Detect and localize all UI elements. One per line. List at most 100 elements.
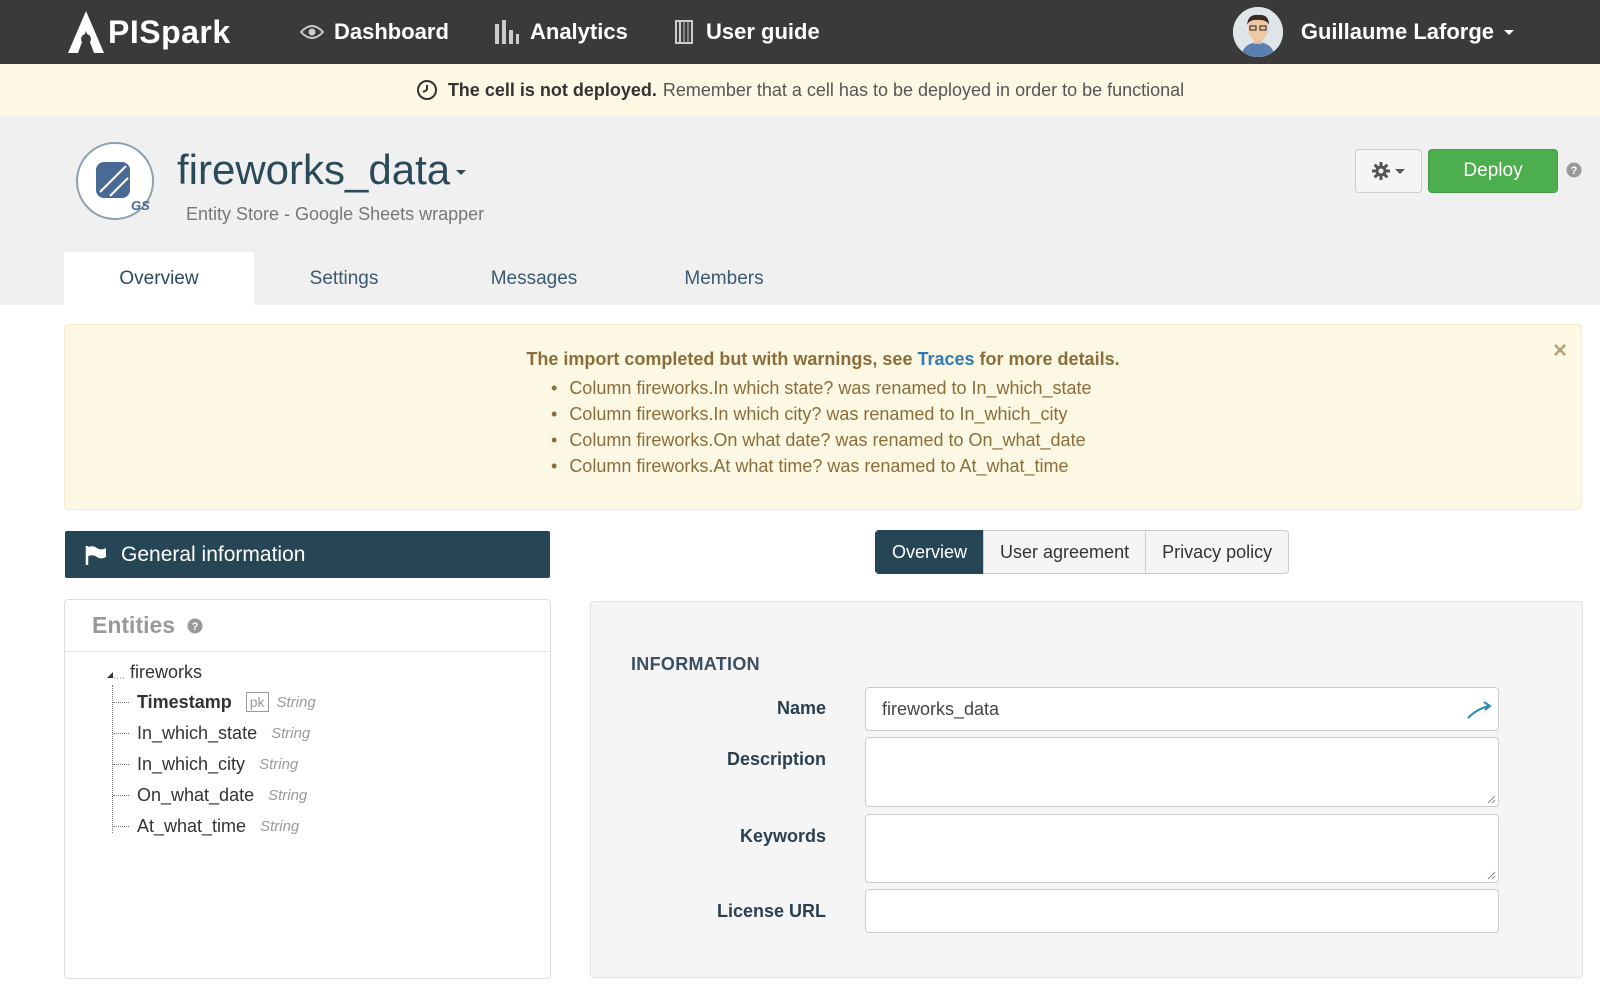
cell-title[interactable]: fireworks_data [177, 146, 467, 194]
resize-handle-icon[interactable] [1486, 870, 1496, 880]
svg-text:?: ? [192, 621, 199, 633]
cell-badge: GS [131, 198, 150, 213]
information-panel: INFORMATION Name fireworks_data Descript… [590, 601, 1583, 978]
svg-text:?: ? [1571, 165, 1578, 177]
entity-field-row[interactable]: Timestamp pk String [113, 687, 316, 717]
tree-root-fireworks[interactable]: fireworks [105, 657, 202, 687]
field-name: In_which_city [137, 753, 246, 774]
warning-title-after: for more details. [979, 349, 1120, 369]
top-navbar: PISpark Dashboard Analytics User guide G… [0, 0, 1600, 64]
flag-icon [85, 545, 106, 565]
edit-pencil-icon[interactable] [1466, 698, 1492, 722]
license-url-field[interactable] [865, 889, 1499, 933]
description-field[interactable] [865, 737, 1499, 807]
nav-user-guide-label: User guide [706, 19, 820, 44]
logo-text: PISpark [108, 13, 231, 50]
nav-user-guide[interactable]: User guide [674, 14, 820, 50]
name-label: Name [776, 698, 826, 718]
subtab-user-agreement[interactable]: User agreement [983, 530, 1147, 574]
tree-branch [113, 701, 129, 703]
chevron-down-icon [1395, 168, 1405, 174]
chevron-down-icon [1504, 29, 1514, 35]
list-item: Column fireworks.In which city? was rena… [551, 401, 1092, 427]
apispark-logo[interactable]: PISpark [66, 8, 231, 56]
name-field[interactable]: fireworks_data [865, 687, 1499, 731]
field-type: String [259, 755, 299, 773]
entity-store-icon: GS [96, 162, 150, 213]
help-icon[interactable]: ? [187, 618, 203, 634]
tree-branch [113, 763, 129, 765]
nav-dashboard[interactable]: Dashboard [300, 14, 449, 50]
bar-chart-icon [495, 20, 519, 44]
cell-title-text: fireworks_data [177, 146, 451, 193]
keywords-label: Keywords [739, 826, 826, 846]
tab-messages[interactable]: Messages [434, 252, 634, 305]
entities-header: Entities ? [65, 600, 550, 652]
tab-overview[interactable]: Overview [64, 252, 254, 305]
notice-text: Remember that a cell has to be deployed … [662, 79, 1185, 100]
list-item: Column fireworks.At what time? was renam… [551, 453, 1092, 479]
list-item: Column fireworks.In which state? was ren… [551, 375, 1091, 401]
keywords-field[interactable] [865, 814, 1499, 883]
field-type: String [276, 693, 316, 711]
tab-members[interactable]: Members [634, 252, 814, 305]
subtab-overview[interactable]: Overview [875, 530, 985, 574]
user-name: Guillaume Laforge [1300, 19, 1494, 44]
traces-link[interactable]: Traces [917, 349, 974, 369]
subtab-privacy-policy[interactable]: Privacy policy [1145, 530, 1290, 574]
tree-toggle-icon[interactable] [105, 666, 125, 680]
book-icon [675, 20, 693, 44]
resize-handle-icon[interactable] [1486, 794, 1496, 804]
warning-title-before: The import completed but with warnings, … [526, 349, 913, 369]
tab-settings[interactable]: Settings [254, 252, 434, 305]
clock-icon [416, 80, 437, 100]
field-type: String [268, 786, 308, 804]
list-item: Column fireworks.On what date? was renam… [551, 427, 1092, 453]
description-label: Description [726, 749, 826, 769]
eye-icon [300, 25, 324, 39]
field-name: In_which_state [137, 722, 258, 743]
field-name: Timestamp [137, 691, 232, 712]
information-title: INFORMATION [631, 654, 760, 674]
notice-bold-text: The cell is not deployed. [447, 79, 657, 100]
field-name: On_what_date [137, 784, 255, 805]
nav-analytics[interactable]: Analytics [494, 14, 628, 50]
nav-dashboard-label: Dashboard [334, 19, 449, 44]
tree-branch [113, 794, 129, 796]
chevron-down-icon [456, 170, 467, 176]
import-warning-alert: The import completed but with warnings, … [64, 324, 1582, 510]
warning-title: The import completed but with warnings, … [65, 349, 1581, 370]
tree-branch [113, 825, 129, 827]
primary-key-badge: pk [245, 692, 269, 712]
logo-a-icon [68, 11, 104, 53]
deploy-button[interactable]: Deploy [1428, 149, 1558, 193]
gear-icon [1372, 162, 1390, 180]
settings-dropdown-button[interactable] [1355, 149, 1422, 193]
field-type: String [260, 817, 300, 835]
entity-field-row[interactable]: In_which_state String [113, 718, 310, 748]
avatar [1232, 7, 1283, 57]
info-subtabs: Overview User agreement Privacy policy [875, 530, 1290, 574]
field-name: At_what_time [137, 815, 247, 836]
not-deployed-notice: The cell is not deployed. Remember that … [0, 64, 1600, 116]
name-value: fireworks_data [882, 698, 1000, 719]
tree-root-label: fireworks [130, 662, 203, 682]
cell-type-icon: GS [76, 142, 154, 220]
general-information-label: General information [121, 542, 306, 566]
cell-header: GS fireworks_data Entity Store - Google … [0, 116, 1600, 305]
tree-branch [113, 732, 129, 734]
user-menu[interactable]: Guillaume Laforge [1232, 6, 1514, 58]
nav-analytics-label: Analytics [530, 19, 628, 44]
field-type: String [271, 724, 311, 742]
close-icon[interactable]: × [1553, 339, 1567, 363]
help-icon[interactable]: ? [1566, 162, 1582, 183]
general-information-header[interactable]: General information [65, 531, 550, 578]
entities-panel: Entities ? fireworks Timestamp pk String… [64, 599, 551, 979]
cell-tabs: Overview Settings Messages Members [64, 252, 814, 305]
entity-field-row[interactable]: At_what_time String [113, 811, 299, 841]
entities-title: Entities [92, 612, 176, 638]
entity-field-row[interactable]: In_which_city String [113, 749, 298, 779]
user-avatar-icon [1232, 7, 1283, 57]
entity-field-row[interactable]: On_what_date String [113, 780, 307, 810]
cell-subtitle: Entity Store - Google Sheets wrapper [186, 204, 485, 224]
